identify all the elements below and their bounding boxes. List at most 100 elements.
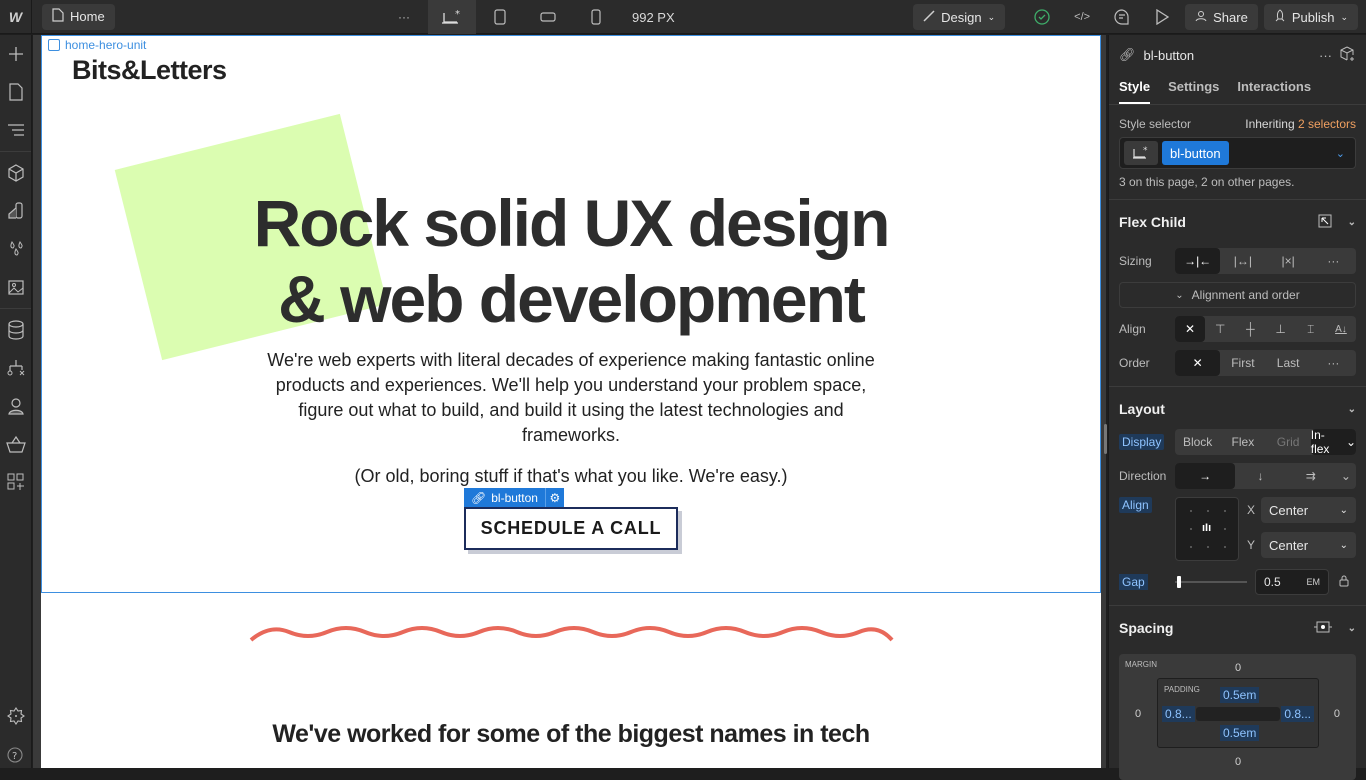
spacing-header[interactable]: Spacing ⌄ xyxy=(1119,606,1356,650)
preview-button[interactable] xyxy=(1145,0,1179,34)
display-inline-flex-dropdown[interactable]: In-flex ⌄ xyxy=(1310,429,1356,455)
tab-interactions[interactable]: Interactions xyxy=(1237,75,1311,104)
selected-element-tag[interactable]: 🔗︎ bl-button ⚙ xyxy=(464,488,564,507)
align-x-dropdown[interactable]: Center ⌄ xyxy=(1261,497,1356,523)
direction-more-button[interactable]: ⌄ xyxy=(1336,463,1356,489)
webflow-logo[interactable]: W xyxy=(0,0,32,34)
tab-settings[interactable]: Settings xyxy=(1168,75,1219,104)
direction-column-button[interactable]: ↓ xyxy=(1235,463,1285,489)
hero-aside[interactable]: (Or old, boring stuff if that's what you… xyxy=(41,466,1101,487)
align-y-dropdown[interactable]: Center ⌄ xyxy=(1261,532,1356,558)
chevron-down-icon: ⌄ xyxy=(1347,403,1356,415)
add-elements-button[interactable] xyxy=(0,35,32,73)
style-selectors-button[interactable] xyxy=(0,192,32,230)
sizing-none-button[interactable]: |×| xyxy=(1266,248,1311,274)
order-first-button[interactable]: First xyxy=(1220,350,1265,376)
align-center-button[interactable]: ┼ xyxy=(1235,316,1265,342)
schedule-call-button[interactable]: SCHEDULE A CALL xyxy=(464,507,678,550)
align-baseline-button[interactable]: A↓ xyxy=(1326,316,1356,342)
selector-chip[interactable]: bl-button xyxy=(1162,141,1229,165)
display-flex-button[interactable]: Flex xyxy=(1220,429,1265,455)
selector-input[interactable]: * bl-button ⌄ xyxy=(1119,137,1356,169)
apps-button[interactable] xyxy=(0,463,32,501)
tab-style[interactable]: Style xyxy=(1119,75,1151,104)
pages-button[interactable] xyxy=(0,73,32,111)
alignment-matrix[interactable]: ıIı xyxy=(1175,497,1239,561)
publish-button[interactable]: Publish ⌄ xyxy=(1263,4,1358,30)
margin-left[interactable]: 0 xyxy=(1135,708,1141,720)
hero-body[interactable]: We're web experts with literal decades o… xyxy=(261,348,881,448)
gap-input[interactable]: 0.5 EM xyxy=(1255,569,1329,595)
help-button[interactable]: ? xyxy=(0,735,32,773)
page-selector-button[interactable]: Home xyxy=(42,3,115,30)
section-label[interactable]: home-hero-unit xyxy=(48,38,146,52)
create-component-icon[interactable] xyxy=(1340,46,1356,65)
margin-top[interactable]: 0 xyxy=(1235,662,1241,674)
cms-button[interactable] xyxy=(0,311,32,349)
padding-top[interactable]: 0.5em xyxy=(1220,687,1260,703)
brand-logo[interactable]: Bits&Letters xyxy=(72,55,227,86)
sizing-more-button[interactable]: ··· xyxy=(1311,248,1356,274)
align-start-button[interactable]: ⊤ xyxy=(1205,316,1235,342)
display-grid-button[interactable]: Grid xyxy=(1266,429,1311,455)
direction-row-button[interactable]: → xyxy=(1175,463,1236,489)
breakpoint-desktop-base[interactable]: * xyxy=(428,0,476,34)
sizing-shrink-button[interactable]: →|← xyxy=(1175,248,1221,274)
element-settings-gear-icon[interactable]: ⚙ xyxy=(546,491,564,505)
hero-headline[interactable]: Rock solid UX design & web development xyxy=(41,185,1101,337)
order-more-button[interactable]: ··· xyxy=(1311,350,1356,376)
chevron-down-icon[interactable]: ⌄ xyxy=(1348,623,1356,634)
breakpoint-mobile-landscape[interactable] xyxy=(524,0,572,34)
breakpoint-tablet[interactable] xyxy=(476,0,524,34)
arrow-up-left-icon[interactable] xyxy=(1318,214,1332,231)
align-stretch-button[interactable]: ⌶ xyxy=(1296,316,1326,342)
sizing-grow-button[interactable]: |↔| xyxy=(1220,248,1265,274)
components-button[interactable] xyxy=(0,154,32,192)
gap-unit[interactable]: EM xyxy=(1307,577,1321,587)
user-icon xyxy=(1195,10,1207,25)
lock-icon[interactable] xyxy=(1339,575,1349,590)
mode-dropdown[interactable]: Design ⌄ xyxy=(913,4,1006,30)
gap-slider[interactable] xyxy=(1175,576,1247,588)
order-last-button[interactable]: Last xyxy=(1266,350,1311,376)
publish-status-button[interactable] xyxy=(1025,0,1059,34)
padding-left[interactable]: 0.8... xyxy=(1162,706,1195,722)
more-options-button[interactable]: ··· xyxy=(1319,48,1332,63)
chevron-down-icon[interactable]: ⌄ xyxy=(1348,217,1356,228)
padding-right[interactable]: 0.8... xyxy=(1281,706,1314,722)
order-label: Order xyxy=(1119,356,1150,370)
gap-slider-handle[interactable] xyxy=(1177,576,1181,588)
chevron-down-icon[interactable]: ⌄ xyxy=(1336,147,1351,160)
breakpoint-state-button[interactable]: * xyxy=(1124,141,1158,165)
clients-heading[interactable]: We've worked for some of the biggest nam… xyxy=(41,720,1101,749)
logic-button[interactable] xyxy=(0,349,32,387)
panel-resize-handle[interactable] xyxy=(1104,424,1107,454)
navigator-button[interactable] xyxy=(0,111,32,149)
settings-button[interactable] xyxy=(0,697,32,735)
direction-wrap-button[interactable]: ⇉ xyxy=(1286,463,1336,489)
alignment-order-toggle[interactable]: ⌄ Alignment and order xyxy=(1119,282,1356,308)
design-canvas[interactable]: home-hero-unit Bits&Letters Rock solid U… xyxy=(41,35,1101,768)
comments-button[interactable] xyxy=(1105,0,1139,34)
flex-child-header[interactable]: Flex Child ⌄ xyxy=(1119,200,1356,244)
variables-button[interactable] xyxy=(0,230,32,268)
code-button[interactable]: </> xyxy=(1065,0,1099,34)
display-selected: In-flex xyxy=(1310,429,1330,455)
display-block-button[interactable]: Block xyxy=(1175,429,1220,455)
align-none-button[interactable]: ✕ xyxy=(1175,316,1206,342)
assets-button[interactable] xyxy=(0,268,32,306)
align-end-button[interactable]: ⊥ xyxy=(1266,316,1296,342)
share-button[interactable]: Share xyxy=(1185,4,1258,30)
margin-bottom[interactable]: 0 xyxy=(1235,756,1241,768)
inheriting-info[interactable]: Inheriting 2 selectors xyxy=(1245,117,1356,131)
display-label: Display xyxy=(1119,434,1165,450)
order-none-button[interactable]: ✕ xyxy=(1175,350,1221,376)
ecommerce-button[interactable] xyxy=(0,425,32,463)
users-button[interactable] xyxy=(0,387,32,425)
breakpoint-mobile-portrait[interactable] xyxy=(572,0,620,34)
chevron-down-icon: ⌄ xyxy=(1339,504,1348,516)
spacing-preset-icon[interactable] xyxy=(1313,620,1332,636)
margin-right[interactable]: 0 xyxy=(1334,708,1340,720)
more-breakpoints-button[interactable]: ··· xyxy=(380,0,428,34)
padding-bottom[interactable]: 0.5em xyxy=(1220,725,1260,741)
